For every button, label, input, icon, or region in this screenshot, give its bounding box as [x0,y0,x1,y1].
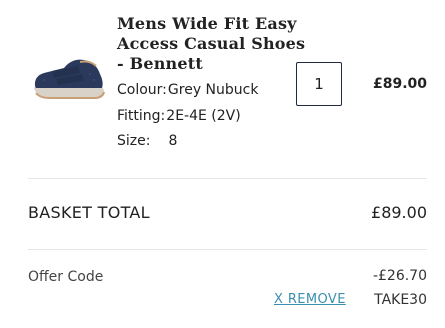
divider [28,249,427,250]
size-value: 8 [168,133,178,149]
shoe-image [34,59,105,99]
offer-code-value: TAKE30 [374,292,427,308]
offer-code-label: Offer Code [28,269,104,285]
product-size: Size: 8 [117,133,177,149]
product-fitting: Fitting:2E-4E (2V) [117,108,241,124]
product-title[interactable]: Mens Wide Fit Easy Access Casual Shoes -… [117,14,307,74]
product-colour: Colour:Grey Nubuck [117,82,258,98]
fitting-value: 2E-4E (2V) [166,108,241,124]
fitting-label: Fitting: [117,108,166,124]
colour-label: Colour: [117,82,167,98]
quantity-input[interactable]: 1 [296,62,342,106]
basket-total-value: £89.00 [371,203,427,222]
basket-total-label: BASKET TOTAL [28,203,150,222]
line-price: £89.00 [372,76,427,92]
divider [28,178,427,179]
remove-offer-link[interactable]: X REMOVE [274,292,346,307]
size-label: Size: [117,133,151,149]
colour-value: Grey Nubuck [167,82,259,98]
offer-discount: -£26.70 [372,268,427,284]
